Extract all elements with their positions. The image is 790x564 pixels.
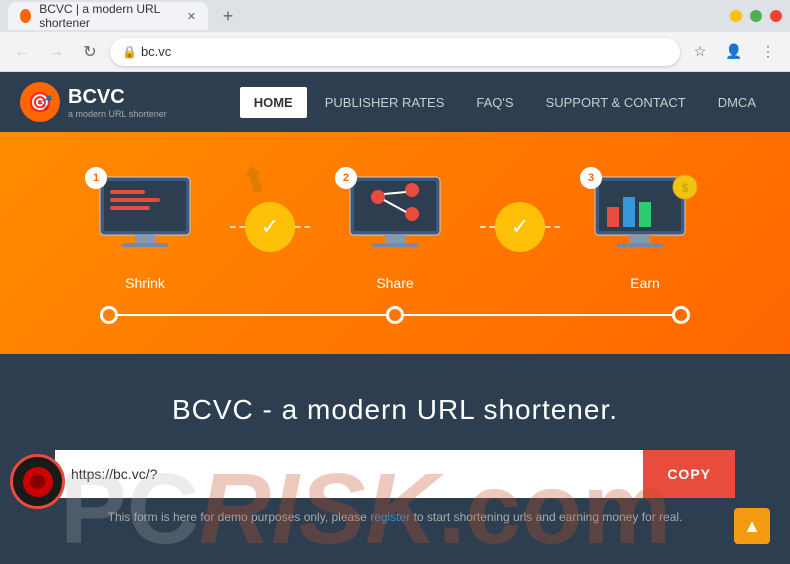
- timeline-dot-2: [386, 306, 404, 324]
- nav-links: HOME PUBLISHER RATES FAQ'S SUPPORT & CON…: [240, 87, 770, 118]
- site-logo: 🎯 BCVC a modern URL shortener: [20, 82, 167, 122]
- step-2: 2 Share: [310, 172, 480, 291]
- form-note: This form is here for demo purposes only…: [20, 510, 770, 524]
- step-2-label: Share: [376, 275, 413, 291]
- step-3-icon: $: [585, 172, 705, 252]
- timeline-line-2: [404, 314, 672, 316]
- pcrisk-logo-overlay: [10, 454, 65, 509]
- browser-window: BCVC | a modern URL shortener ✕ + ← → ↻ …: [0, 0, 790, 72]
- forward-button[interactable]: →: [42, 38, 70, 66]
- step-2-icon: [340, 172, 450, 252]
- checkmark-2: ✓: [495, 202, 545, 252]
- address-input[interactable]: 🔒 bc.vc: [110, 38, 680, 66]
- step-1-label: Shrink: [125, 275, 165, 291]
- step-3: 3 $ Earn: [560, 172, 730, 291]
- timeline-dot-1: [100, 306, 118, 324]
- checkmark-1: ✓: [245, 202, 295, 252]
- window-controls: [730, 10, 782, 22]
- svg-text:$: $: [682, 181, 689, 195]
- form-note-suffix: to start shortening urls and earning mon…: [414, 510, 683, 524]
- site-navigation: 🎯 BCVC a modern URL shortener HOME PUBLI…: [0, 72, 790, 132]
- logo-icon: 🎯: [20, 82, 60, 122]
- logo-text: BCVC: [68, 86, 125, 108]
- minimize-button[interactable]: [730, 10, 742, 22]
- close-button[interactable]: [770, 10, 782, 22]
- nav-faqs[interactable]: FAQ'S: [462, 87, 527, 118]
- form-note-text: This form is here for demo purposes only…: [108, 510, 367, 524]
- browser-tab[interactable]: BCVC | a modern URL shortener ✕: [8, 2, 208, 30]
- nav-home[interactable]: HOME: [240, 87, 307, 118]
- timeline-line-1: [118, 314, 386, 316]
- tab-title: BCVC | a modern URL shortener: [39, 2, 179, 30]
- address-bar: ← → ↻ 🔒 bc.vc ☆ 👤 ⋮: [0, 32, 790, 72]
- nav-publisher-rates[interactable]: PUBLISHER RATES: [311, 87, 459, 118]
- step-3-number: 3: [580, 167, 602, 189]
- scroll-up-button[interactable]: ▲: [734, 508, 770, 544]
- step-1-number: 1: [85, 167, 107, 189]
- pcrisk-logo-icon: [10, 454, 65, 509]
- more-button[interactable]: ⋮: [754, 38, 782, 66]
- timeline: [40, 306, 750, 324]
- tab-close-button[interactable]: ✕: [187, 10, 196, 23]
- maximize-button[interactable]: [750, 10, 762, 22]
- dark-section: BCVC - a modern URL shortener. COPY This…: [0, 354, 790, 564]
- tab-favicon: [20, 9, 31, 23]
- connector-2: ✓: [480, 172, 560, 252]
- step-1-icon: [90, 172, 200, 252]
- register-link[interactable]: register: [370, 510, 410, 524]
- refresh-button[interactable]: ↻: [76, 38, 104, 66]
- bookmark-button[interactable]: ☆: [686, 38, 714, 66]
- logo-subtitle: a modern URL shortener: [68, 109, 167, 119]
- hero-section: 1 Shrink ✓: [0, 132, 790, 354]
- dark-section-heading: BCVC - a modern URL shortener.: [20, 394, 770, 426]
- lock-icon: 🔒: [122, 45, 137, 59]
- step-1: 1 Shrink: [60, 172, 230, 291]
- url-input[interactable]: [55, 450, 643, 498]
- nav-support-contact[interactable]: SUPPORT & CONTACT: [532, 87, 700, 118]
- copy-button[interactable]: COPY: [643, 450, 735, 498]
- step-3-label: Earn: [630, 275, 660, 291]
- timeline-dot-3: [672, 306, 690, 324]
- account-button[interactable]: 👤: [720, 38, 748, 66]
- title-bar: BCVC | a modern URL shortener ✕ +: [0, 0, 790, 32]
- nav-dmca[interactable]: DMCA: [704, 87, 770, 118]
- website-content: ⬆ 🎯 BCVC a modern URL shortener HOME PUB…: [0, 72, 790, 564]
- address-text[interactable]: bc.vc: [141, 44, 171, 59]
- url-form: COPY: [55, 450, 735, 498]
- step-2-number: 2: [335, 167, 357, 189]
- back-button[interactable]: ←: [8, 38, 36, 66]
- new-tab-button[interactable]: +: [216, 4, 240, 28]
